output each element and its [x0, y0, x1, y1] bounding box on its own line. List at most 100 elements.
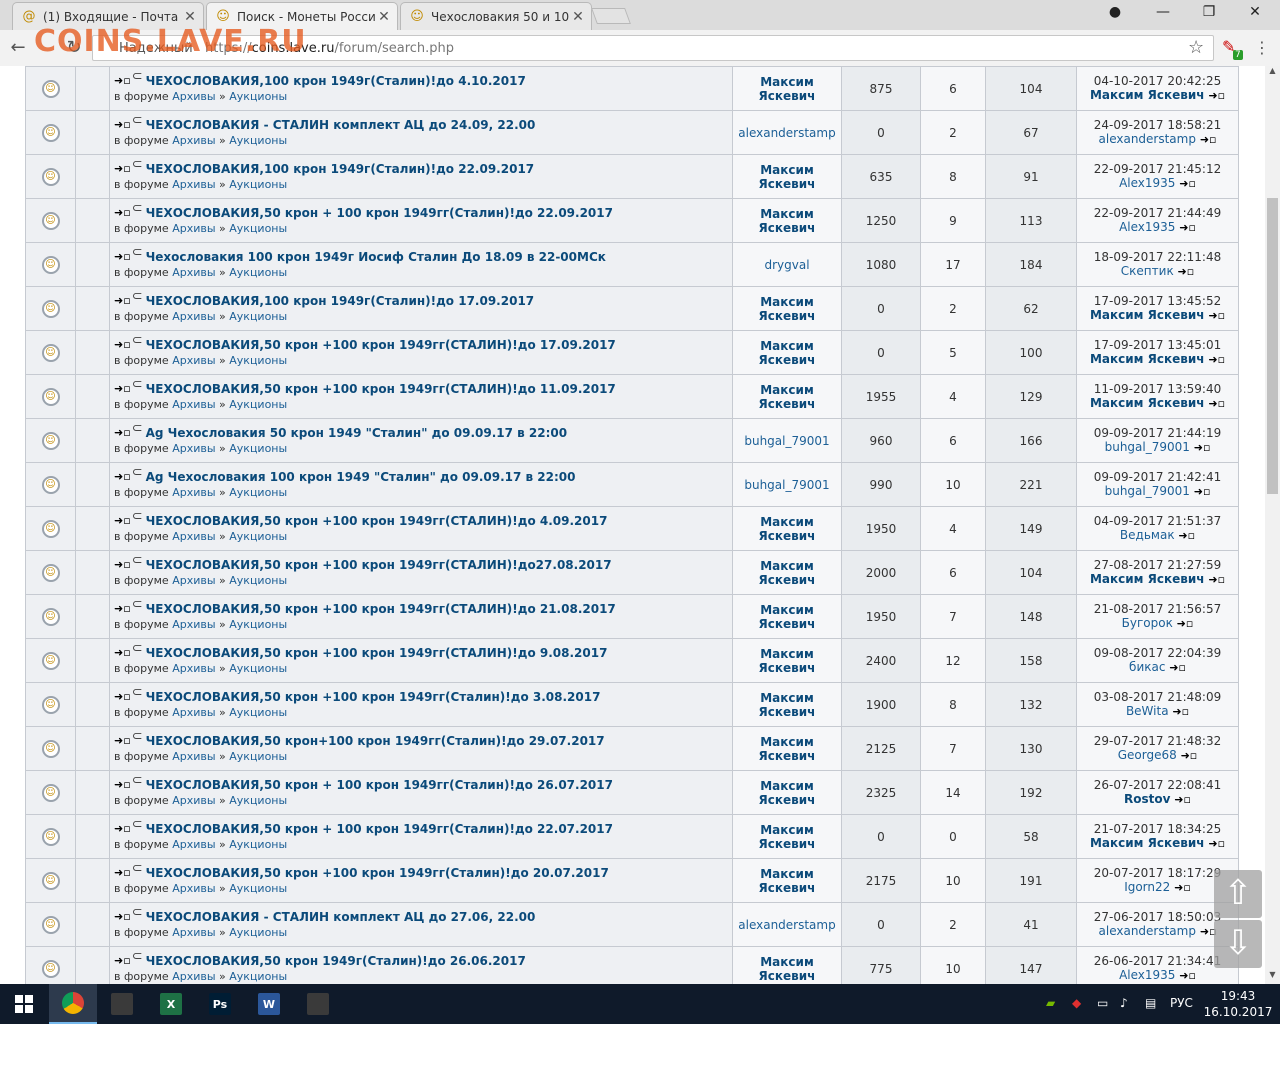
author-link[interactable]: Максим Яскевич: [759, 163, 816, 191]
forum-link-auctions[interactable]: Аукционы: [229, 530, 287, 543]
forum-link-auctions[interactable]: Аукционы: [229, 618, 287, 631]
close-icon[interactable]: ✕: [181, 9, 199, 25]
last-post-user[interactable]: Alex1935: [1119, 968, 1175, 982]
author-link[interactable]: Максим Яскевич: [759, 779, 816, 807]
forum-link-archive[interactable]: Архивы: [172, 90, 215, 103]
goto-new-icon[interactable]: ➜▫: [114, 205, 131, 221]
goto-last-post-icon[interactable]: ➜▫: [1208, 353, 1225, 366]
forum-link-archive[interactable]: Архивы: [172, 222, 215, 235]
author-link[interactable]: Максим Яскевич: [759, 691, 816, 719]
forum-link-archive[interactable]: Архивы: [172, 442, 215, 455]
antivirus-icon[interactable]: ◆: [1072, 996, 1081, 1010]
last-post-user[interactable]: Максим Яскевич: [1090, 836, 1205, 850]
forum-link-auctions[interactable]: Аукционы: [229, 662, 287, 675]
last-post-user[interactable]: Igorn22: [1124, 880, 1170, 894]
goto-new-icon[interactable]: ➜▫: [114, 733, 131, 749]
forum-link-archive[interactable]: Архивы: [172, 618, 215, 631]
forum-link-auctions[interactable]: Аукционы: [229, 398, 287, 411]
forum-link-archive[interactable]: Архивы: [172, 750, 215, 763]
last-post-user[interactable]: alexanderstamp: [1099, 924, 1196, 938]
last-post-user[interactable]: George68: [1118, 748, 1177, 762]
forum-link-auctions[interactable]: Аукционы: [229, 178, 287, 191]
goto-new-icon[interactable]: ➜▫: [114, 689, 131, 705]
goto-new-icon[interactable]: ➜▫: [114, 117, 131, 133]
goto-last-post-icon[interactable]: ➜▫: [1179, 221, 1196, 234]
forum-link-archive[interactable]: Архивы: [172, 794, 215, 807]
author-link[interactable]: Максим Яскевич: [759, 515, 816, 543]
last-post-user[interactable]: Alex1935: [1119, 176, 1175, 190]
topic-title-link[interactable]: ЧЕХОСЛОВАКИЯ,100 крон 1949г(Сталин)!до 1…: [146, 293, 535, 309]
notifications-icon[interactable]: ▤: [1145, 996, 1156, 1010]
goto-new-icon[interactable]: ➜▫: [114, 909, 131, 925]
topic-title-link[interactable]: ЧЕХОСЛОВАКИЯ,100 крон 1949г(Сталин)!до 2…: [146, 161, 535, 177]
last-post-user[interactable]: Максим Яскевич: [1090, 308, 1205, 322]
author-link[interactable]: Максим Яскевич: [759, 75, 816, 103]
forum-link-auctions[interactable]: Аукционы: [229, 794, 287, 807]
language-indicator[interactable]: РУС: [1170, 996, 1193, 1010]
topic-title-link[interactable]: ЧЕХОСЛОВАКИЯ,50 крон 1949г(Сталин)!до 26…: [146, 953, 526, 969]
goto-new-icon[interactable]: ➜▫: [114, 601, 131, 617]
last-post-user[interactable]: Ведьмак: [1120, 528, 1175, 542]
goto-new-icon[interactable]: ➜▫: [114, 513, 131, 529]
forum-link-auctions[interactable]: Аукционы: [229, 134, 287, 147]
profile-icon[interactable]: ●: [1103, 4, 1127, 24]
goto-last-post-icon[interactable]: ➜▫: [1172, 705, 1189, 718]
forum-link-auctions[interactable]: Аукционы: [229, 706, 287, 719]
forum-link-auctions[interactable]: Аукционы: [229, 574, 287, 587]
forum-link-auctions[interactable]: Аукционы: [229, 266, 287, 279]
topic-title-link[interactable]: ЧЕХОСЛОВАКИЯ,50 крон +100 крон 1949гг(СТ…: [146, 557, 612, 573]
topic-title-link[interactable]: ЧЕХОСЛОВАКИЯ,50 крон +100 крон 1949гг(СТ…: [146, 513, 608, 529]
forum-link-archive[interactable]: Архивы: [172, 530, 215, 543]
topic-title-link[interactable]: ЧЕХОСЛОВАКИЯ,50 крон +100 крон 1949гг(СТ…: [146, 337, 616, 353]
goto-new-icon[interactable]: ➜▫: [114, 821, 131, 837]
author-link[interactable]: Максим Яскевич: [759, 735, 816, 763]
topic-title-link[interactable]: Чехословакия 100 крон 1949г Иосиф Сталин…: [146, 249, 606, 265]
minimize-icon[interactable]: —: [1151, 4, 1175, 24]
author-link[interactable]: Максим Яскевич: [759, 339, 816, 367]
goto-last-post-icon[interactable]: ➜▫: [1194, 485, 1211, 498]
author-link[interactable]: Максим Яскевич: [759, 295, 816, 323]
goto-last-post-icon[interactable]: ➜▫: [1208, 397, 1225, 410]
goto-new-icon[interactable]: ➜▫: [114, 337, 131, 353]
forum-link-archive[interactable]: Архивы: [172, 354, 215, 367]
author-link[interactable]: Максим Яскевич: [759, 867, 816, 895]
forum-link-archive[interactable]: Архивы: [172, 486, 215, 499]
taskbar-app-chrome[interactable]: [49, 984, 97, 1024]
goto-last-post-icon[interactable]: ➜▫: [1174, 881, 1191, 894]
forum-link-auctions[interactable]: Аукционы: [229, 882, 287, 895]
forum-link-archive[interactable]: Архивы: [172, 706, 215, 719]
forum-link-archive[interactable]: Архивы: [172, 882, 215, 895]
topic-title-link[interactable]: ЧЕХОСЛОВАКИЯ,50 крон + 100 крон 1949гг(С…: [146, 821, 613, 837]
goto-last-post-icon[interactable]: ➜▫: [1181, 749, 1198, 762]
forum-link-auctions[interactable]: Аукционы: [229, 442, 287, 455]
scrollbar[interactable]: ▲ ▼: [1265, 66, 1280, 984]
forum-link-archive[interactable]: Архивы: [172, 134, 215, 147]
goto-last-post-icon[interactable]: ➜▫: [1208, 837, 1225, 850]
forum-link-archive[interactable]: Архивы: [172, 574, 215, 587]
taskbar-app-word[interactable]: W: [245, 984, 293, 1024]
last-post-user[interactable]: Скептик: [1121, 264, 1174, 278]
topic-title-link[interactable]: ЧЕХОСЛОВАКИЯ,100 крон 1949г(Сталин)!до 4…: [146, 73, 526, 89]
goto-last-post-icon[interactable]: ➜▫: [1179, 177, 1196, 190]
topic-title-link[interactable]: ЧЕХОСЛОВАКИЯ,50 крон + 100 крон 1949гг(С…: [146, 777, 613, 793]
topic-title-link[interactable]: ЧЕХОСЛОВАКИЯ,50 крон +100 крон 1949гг(Ст…: [146, 689, 601, 705]
forum-link-archive[interactable]: Архивы: [172, 926, 215, 939]
forum-link-auctions[interactable]: Аукционы: [229, 838, 287, 851]
goto-last-post-icon[interactable]: ➜▫: [1208, 309, 1225, 322]
taskbar-app-calculator[interactable]: [98, 984, 146, 1024]
goto-last-post-icon[interactable]: ➜▫: [1178, 265, 1195, 278]
scroll-down-icon[interactable]: ▼: [1265, 970, 1280, 984]
goto-last-post-icon[interactable]: ➜▫: [1208, 89, 1225, 102]
topic-title-link[interactable]: ЧЕХОСЛОВАКИЯ - СТАЛИН комплект АЦ до 24.…: [146, 117, 536, 133]
goto-new-icon[interactable]: ➜▫: [114, 557, 131, 573]
author-link[interactable]: Максим Яскевич: [759, 955, 816, 983]
bookmark-star-icon[interactable]: ☆: [1188, 37, 1204, 58]
forum-link-archive[interactable]: Архивы: [172, 266, 215, 279]
forum-link-archive[interactable]: Архивы: [172, 310, 215, 323]
topic-title-link[interactable]: ЧЕХОСЛОВАКИЯ,50 крон +100 крон 1949гг(СТ…: [146, 645, 608, 661]
taskbar-app-photoshop[interactable]: Ps: [196, 984, 244, 1024]
menu-icon[interactable]: ⋮: [1254, 38, 1270, 57]
goto-new-icon[interactable]: ➜▫: [114, 381, 131, 397]
goto-last-post-icon[interactable]: ➜▫: [1177, 617, 1194, 630]
goto-new-icon[interactable]: ➜▫: [114, 469, 131, 485]
